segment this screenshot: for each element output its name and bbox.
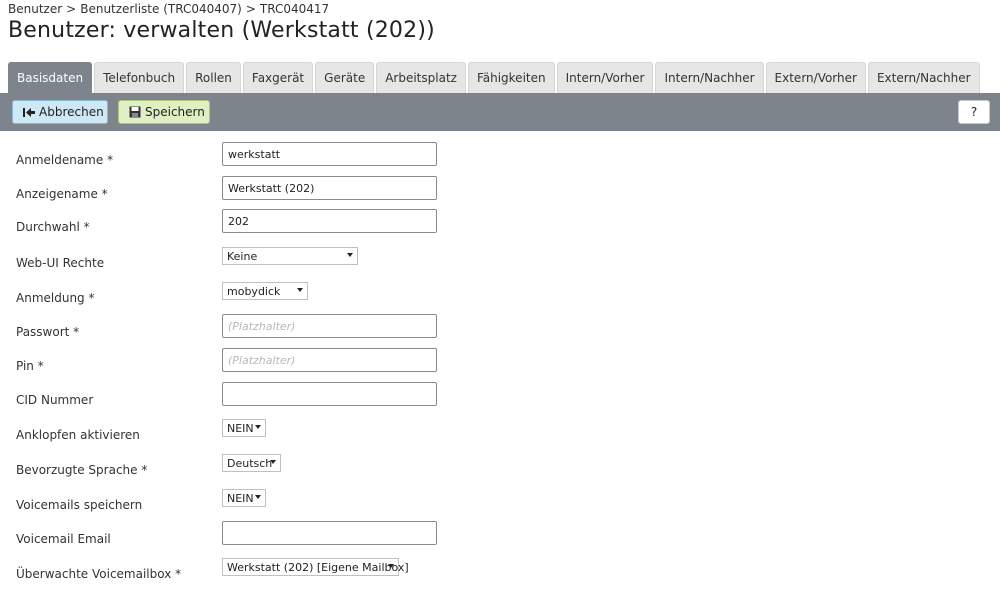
cid-input[interactable]: [222, 382, 437, 406]
breadcrumb-separator: >: [245, 2, 256, 16]
form-row-anmeldename: Anmeldename *: [0, 142, 1000, 178]
breadcrumb-current: TRC040417: [259, 2, 330, 16]
tab-intern-vorher[interactable]: Intern/Vorher: [556, 62, 654, 93]
toolbar: Abbrechen Speichern ?: [0, 93, 1000, 131]
tab-faehigkeiten[interactable]: Fähigkeiten: [467, 62, 555, 93]
tab-basisdaten[interactable]: Basisdaten: [8, 62, 93, 93]
tab-arbeitsplatz[interactable]: Arbeitsplatz: [376, 62, 466, 93]
cid-label: CID Nummer: [16, 393, 94, 407]
anklopfen-label: Anklopfen aktivieren: [16, 428, 140, 442]
tab-bar: Basisdaten Telefonbuch Rollen Faxgerät G…: [8, 62, 980, 93]
tab-rollen[interactable]: Rollen: [186, 62, 241, 93]
help-button-label: ?: [970, 105, 978, 119]
form-row-pin: Pin *: [0, 348, 1000, 384]
tab-extern-nachher[interactable]: Extern/Nachher: [867, 62, 980, 93]
chevron-down-icon: [255, 425, 261, 429]
form-row-mailbox: Überwachte Voicemailbox * Werkstatt (202…: [0, 558, 1000, 592]
voicemails-select[interactable]: NEIN: [222, 489, 266, 507]
tab-extern-vorher[interactable]: Extern/Vorher: [765, 62, 866, 93]
pin-input[interactable]: [222, 348, 437, 372]
password-input[interactable]: [222, 314, 437, 338]
webui-select[interactable]: Keine: [222, 247, 358, 265]
form-row-anmeldung: Anmeldung * mobydick: [0, 282, 1000, 316]
anmeldename-input[interactable]: [222, 142, 437, 166]
webui-label: Web-UI Rechte: [16, 256, 105, 270]
breadcrumb-separator: >: [66, 2, 77, 16]
webui-selected: Keine: [227, 249, 258, 263]
page-title: Benutzer: verwalten (Werkstatt (202)): [8, 18, 435, 43]
cancel-button-label: Abbrechen: [39, 105, 104, 119]
form-row-anzeigename: Anzeigename *: [0, 176, 1000, 212]
cancel-button[interactable]: Abbrechen: [12, 100, 108, 124]
mailbox-selected: Werkstatt (202) [Eigene Mailbox]: [227, 560, 409, 574]
sprache-selected: Deutsch: [227, 456, 273, 470]
form-row-durchwahl: Durchwahl *: [0, 209, 1000, 245]
chevron-down-icon: [270, 460, 276, 464]
chevron-down-icon: [347, 253, 353, 257]
floppy-disk-icon: [129, 106, 141, 118]
mailbox-select[interactable]: Werkstatt (202) [Eigene Mailbox]: [222, 558, 409, 576]
form-row-anklopfen: Anklopfen aktivieren NEIN: [0, 419, 1000, 453]
form-row-sprache: Bevorzugte Sprache * Deutsch: [0, 454, 1000, 488]
durchwahl-input[interactable]: [222, 209, 437, 233]
anzeigename-label: Anzeigename *: [16, 187, 108, 201]
anklopfen-selected: NEIN: [227, 421, 254, 435]
anklopfen-select[interactable]: NEIN: [222, 419, 266, 437]
tab-faxgeraet[interactable]: Faxgerät: [242, 62, 314, 93]
passwort-label: Passwort *: [16, 325, 80, 339]
chevron-down-icon: [297, 288, 303, 292]
tab-intern-nachher[interactable]: Intern/Nachher: [655, 62, 764, 93]
anmeldung-select[interactable]: mobydick: [222, 282, 308, 300]
chevron-down-icon: [255, 495, 261, 499]
skip-back-icon: [23, 107, 35, 118]
form-row-webui: Web-UI Rechte Keine: [0, 247, 1000, 281]
voicemail-email-label: Voicemail Email: [16, 532, 111, 546]
voicemail-email-input[interactable]: [222, 521, 437, 545]
breadcrumb-link-benutzer[interactable]: Benutzer: [8, 2, 62, 16]
durchwahl-label: Durchwahl *: [16, 220, 90, 234]
voicemails-label: Voicemails speichern: [16, 498, 143, 512]
chevron-down-icon: [388, 564, 394, 568]
anmeldename-label: Anmeldename *: [16, 153, 114, 167]
form-row-voicemails: Voicemails speichern NEIN: [0, 489, 1000, 523]
mailbox-label: Überwachte Voicemailbox *: [16, 567, 182, 581]
form-row-passwort: Passwort *: [0, 314, 1000, 350]
form-row-cid: CID Nummer: [0, 382, 1000, 418]
anmeldung-selected: mobydick: [227, 284, 281, 298]
breadcrumb-link-benutzerliste[interactable]: Benutzerliste (TRC040407): [80, 2, 242, 16]
voicemails-selected: NEIN: [227, 491, 254, 505]
save-button-label: Speichern: [145, 105, 205, 119]
save-button[interactable]: Speichern: [118, 100, 210, 124]
anmeldung-label: Anmeldung *: [16, 291, 95, 305]
sprache-label: Bevorzugte Sprache *: [16, 463, 148, 477]
help-button[interactable]: ?: [958, 100, 990, 124]
form-row-voicemail-email: Voicemail Email: [0, 521, 1000, 557]
breadcrumb: Benutzer > Benutzerliste (TRC040407) > TRC04…: [8, 2, 329, 16]
sprache-select[interactable]: Deutsch: [222, 454, 281, 472]
pin-label: Pin *: [16, 359, 44, 373]
anzeigename-input[interactable]: [222, 176, 437, 200]
tab-geraete[interactable]: Geräte: [315, 62, 375, 93]
tab-telefonbuch[interactable]: Telefonbuch: [94, 62, 185, 93]
